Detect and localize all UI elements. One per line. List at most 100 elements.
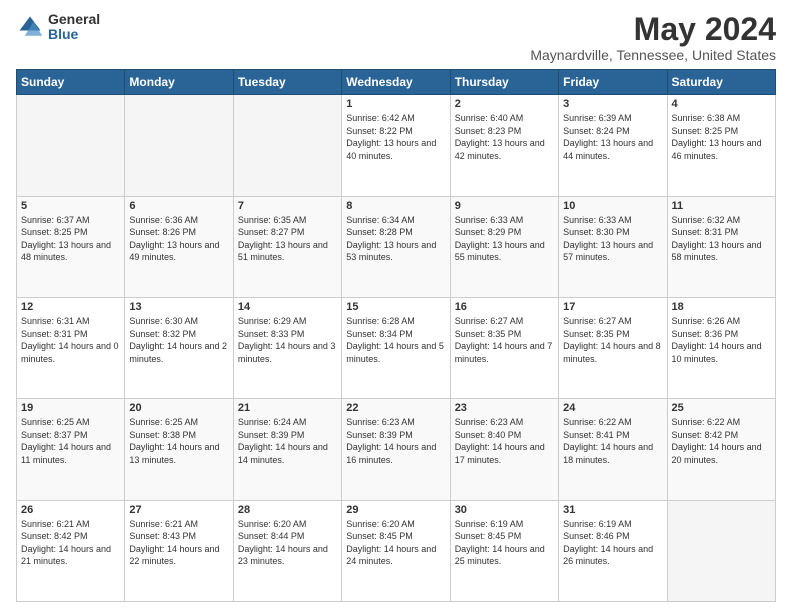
day-info: Sunrise: 6:22 AM Sunset: 8:41 PM Dayligh…: [563, 416, 662, 466]
calendar-cell: 1 Sunrise: 6:42 AM Sunset: 8:22 PM Daylig…: [342, 95, 450, 196]
header-wednesday: Wednesday: [342, 70, 450, 95]
day-number: 2: [455, 98, 554, 110]
calendar-cell: [17, 95, 125, 196]
calendar-cell: 4 Sunrise: 6:38 AM Sunset: 8:25 PM Daylig…: [667, 95, 775, 196]
header-sunday: Sunday: [17, 70, 125, 95]
calendar-cell: [125, 95, 233, 196]
main-title: May 2024: [530, 12, 776, 47]
day-info: Sunrise: 6:26 AM Sunset: 8:36 PM Dayligh…: [672, 315, 771, 365]
calendar-cell: 20 Sunrise: 6:25 AM Sunset: 8:38 PM Dayli…: [125, 399, 233, 500]
day-number: 26: [21, 504, 120, 516]
calendar-cell: 9Sunrise: 6:33 AM Sunset: 8:29 PM Daylig…: [450, 196, 558, 297]
header: General Blue May 2024 Maynardville, Tenn…: [16, 12, 776, 63]
calendar-cell: 11 Sunrise: 6:32 AM Sunset: 8:31 PM Dayli…: [667, 196, 775, 297]
day-info: Sunrise: 6:29 AM Sunset: 8:33 PM Dayligh…: [238, 315, 337, 365]
day-info: Sunrise: 6:19 AM Sunset: 8:45 PM Dayligh…: [455, 518, 554, 568]
day-info: Sunrise: 6:25 AM Sunset: 8:38 PM Dayligh…: [129, 416, 228, 466]
calendar-cell: 23Sunrise: 6:23 AM Sunset: 8:40 PM Dayli…: [450, 399, 558, 500]
day-number: 16: [455, 301, 554, 313]
day-info: Sunrise: 6:21 AM Sunset: 8:42 PM Dayligh…: [21, 518, 120, 568]
calendar-cell: 21Sunrise: 6:24 AM Sunset: 8:39 PM Dayli…: [233, 399, 341, 500]
day-info: Sunrise: 6:34 AM Sunset: 8:28 PM Dayligh…: [346, 214, 445, 264]
day-number: 8: [346, 200, 445, 212]
logo-general: General: [48, 12, 100, 27]
day-info: Sunrise: 6:20 AM Sunset: 8:44 PM Dayligh…: [238, 518, 337, 568]
day-number: 10: [563, 200, 662, 212]
calendar-cell: 13Sunrise: 6:30 AM Sunset: 8:32 PM Dayli…: [125, 297, 233, 398]
calendar-header-row: Sunday Monday Tuesday Wednesday Thursday…: [17, 70, 776, 95]
day-info: Sunrise: 6:27 AM Sunset: 8:35 PM Dayligh…: [563, 315, 662, 365]
day-info: Sunrise: 6:20 AM Sunset: 8:45 PM Dayligh…: [346, 518, 445, 568]
calendar-cell: 30 Sunrise: 6:19 AM Sunset: 8:45 PM Dayli…: [450, 500, 558, 601]
day-number: 30: [455, 504, 554, 516]
day-info: Sunrise: 6:42 AM Sunset: 8:22 PM Dayligh…: [346, 112, 445, 162]
day-number: 29: [346, 504, 445, 516]
day-info: Sunrise: 6:27 AM Sunset: 8:35 PM Dayligh…: [455, 315, 554, 365]
calendar-cell: 14 Sunrise: 6:29 AM Sunset: 8:33 PM Dayli…: [233, 297, 341, 398]
day-info: Sunrise: 6:25 AM Sunset: 8:37 PM Dayligh…: [21, 416, 120, 466]
day-number: 3: [563, 98, 662, 110]
calendar-week-5: 26 Sunrise: 6:21 AM Sunset: 8:42 PM Dayli…: [17, 500, 776, 601]
day-number: 14: [238, 301, 337, 313]
day-info: Sunrise: 6:35 AM Sunset: 8:27 PM Dayligh…: [238, 214, 337, 264]
logo: General Blue: [16, 12, 100, 43]
day-info: Sunrise: 6:22 AM Sunset: 8:42 PM Dayligh…: [672, 416, 771, 466]
day-info: Sunrise: 6:30 AM Sunset: 8:32 PM Dayligh…: [129, 315, 228, 365]
calendar-cell: 5 Sunrise: 6:37 AM Sunset: 8:25 PM Daylig…: [17, 196, 125, 297]
day-number: 12: [21, 301, 120, 313]
calendar-cell: 3Sunrise: 6:39 AM Sunset: 8:24 PM Daylig…: [559, 95, 667, 196]
calendar-cell: 7Sunrise: 6:35 AM Sunset: 8:27 PM Daylig…: [233, 196, 341, 297]
calendar-cell: 27 Sunrise: 6:21 AM Sunset: 8:43 PM Dayli…: [125, 500, 233, 601]
calendar-cell: 10 Sunrise: 6:33 AM Sunset: 8:30 PM Dayli…: [559, 196, 667, 297]
day-info: Sunrise: 6:40 AM Sunset: 8:23 PM Dayligh…: [455, 112, 554, 162]
day-info: Sunrise: 6:32 AM Sunset: 8:31 PM Dayligh…: [672, 214, 771, 264]
calendar-cell: 25 Sunrise: 6:22 AM Sunset: 8:42 PM Dayli…: [667, 399, 775, 500]
calendar-cell: 16 Sunrise: 6:27 AM Sunset: 8:35 PM Dayli…: [450, 297, 558, 398]
header-tuesday: Tuesday: [233, 70, 341, 95]
day-number: 21: [238, 402, 337, 414]
day-number: 19: [21, 402, 120, 414]
calendar-cell: 2 Sunrise: 6:40 AM Sunset: 8:23 PM Daylig…: [450, 95, 558, 196]
calendar-cell: 26 Sunrise: 6:21 AM Sunset: 8:42 PM Dayli…: [17, 500, 125, 601]
day-info: Sunrise: 6:33 AM Sunset: 8:30 PM Dayligh…: [563, 214, 662, 264]
calendar-week-3: 12 Sunrise: 6:31 AM Sunset: 8:31 PM Dayli…: [17, 297, 776, 398]
day-number: 5: [21, 200, 120, 212]
calendar-cell: 22Sunrise: 6:23 AM Sunset: 8:39 PM Dayli…: [342, 399, 450, 500]
day-info: Sunrise: 6:23 AM Sunset: 8:39 PM Dayligh…: [346, 416, 445, 466]
calendar-cell: 18Sunrise: 6:26 AM Sunset: 8:36 PM Dayli…: [667, 297, 775, 398]
day-number: 31: [563, 504, 662, 516]
calendar-cell: 28 Sunrise: 6:20 AM Sunset: 8:44 PM Dayli…: [233, 500, 341, 601]
calendar-cell: 24 Sunrise: 6:22 AM Sunset: 8:41 PM Dayli…: [559, 399, 667, 500]
header-saturday: Saturday: [667, 70, 775, 95]
day-number: 1: [346, 98, 445, 110]
calendar-week-2: 5 Sunrise: 6:37 AM Sunset: 8:25 PM Daylig…: [17, 196, 776, 297]
day-info: Sunrise: 6:28 AM Sunset: 8:34 PM Dayligh…: [346, 315, 445, 365]
day-info: Sunrise: 6:37 AM Sunset: 8:25 PM Dayligh…: [21, 214, 120, 264]
day-info: Sunrise: 6:21 AM Sunset: 8:43 PM Dayligh…: [129, 518, 228, 568]
day-number: 17: [563, 301, 662, 313]
calendar-cell: 6 Sunrise: 6:36 AM Sunset: 8:26 PM Daylig…: [125, 196, 233, 297]
calendar-cell: 29 Sunrise: 6:20 AM Sunset: 8:45 PM Dayli…: [342, 500, 450, 601]
calendar-cell: [233, 95, 341, 196]
title-block: May 2024 Maynardville, Tennessee, United…: [530, 12, 776, 63]
day-number: 20: [129, 402, 228, 414]
day-number: 6: [129, 200, 228, 212]
day-number: 11: [672, 200, 771, 212]
calendar-table: Sunday Monday Tuesday Wednesday Thursday…: [16, 69, 776, 602]
page: General Blue May 2024 Maynardville, Tenn…: [0, 0, 792, 612]
header-monday: Monday: [125, 70, 233, 95]
day-number: 27: [129, 504, 228, 516]
day-number: 24: [563, 402, 662, 414]
calendar-cell: 15Sunrise: 6:28 AM Sunset: 8:34 PM Dayli…: [342, 297, 450, 398]
day-info: Sunrise: 6:36 AM Sunset: 8:26 PM Dayligh…: [129, 214, 228, 264]
day-number: 9: [455, 200, 554, 212]
day-number: 28: [238, 504, 337, 516]
logo-blue: Blue: [48, 27, 100, 42]
day-number: 4: [672, 98, 771, 110]
day-number: 25: [672, 402, 771, 414]
day-info: Sunrise: 6:38 AM Sunset: 8:25 PM Dayligh…: [672, 112, 771, 162]
subtitle: Maynardville, Tennessee, United States: [530, 47, 776, 63]
day-info: Sunrise: 6:31 AM Sunset: 8:31 PM Dayligh…: [21, 315, 120, 365]
calendar-week-4: 19 Sunrise: 6:25 AM Sunset: 8:37 PM Dayli…: [17, 399, 776, 500]
calendar-cell: 19 Sunrise: 6:25 AM Sunset: 8:37 PM Dayli…: [17, 399, 125, 500]
